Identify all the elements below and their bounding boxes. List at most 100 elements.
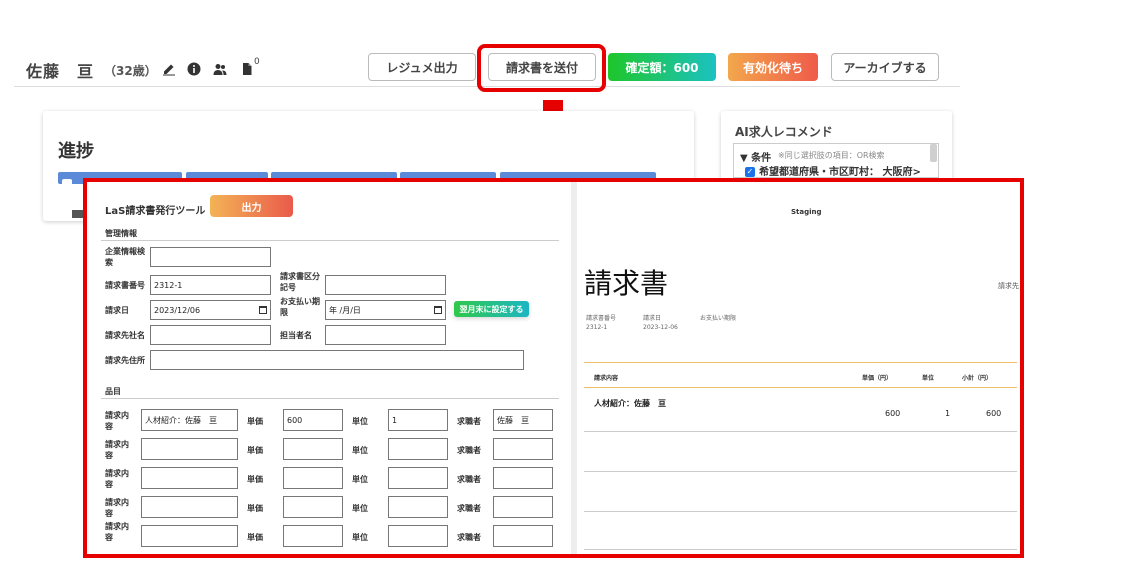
candidate-age: （32歳） (104, 64, 157, 78)
items-section-title: 品目 (105, 387, 121, 396)
preview-meta-value: 2023-12-06 (643, 324, 678, 331)
edit-icon[interactable] (162, 62, 176, 76)
due-date-input[interactable]: 年 /月/日 (325, 300, 446, 320)
progress-title: 進捗 (58, 141, 94, 162)
preview-col-subtotal: 小計（円） (962, 375, 993, 382)
panel-divider (571, 182, 577, 554)
item-unit-label: 単位 (352, 446, 368, 455)
item-content-input[interactable] (141, 525, 238, 547)
preview-title: 請求書 (584, 267, 669, 300)
item-unit-price-input[interactable] (283, 496, 343, 518)
preview-row-divider (584, 471, 1017, 472)
preview-row-divider (584, 549, 1017, 550)
item-content-label: 請求内容 (105, 440, 129, 460)
item-applicant-input[interactable]: 佐藤 亘 (493, 409, 553, 431)
invoice-date-input[interactable]: 2023/12/06 (150, 300, 271, 320)
due-date-label: お支払い期限 (280, 297, 320, 317)
preview-table-top-line (584, 362, 1017, 363)
ai-condition-note: ※同じ選択肢の項目：OR検索 (778, 151, 885, 160)
pending-activation-button[interactable]: 有効化待ち (728, 53, 818, 81)
item-content-label: 請求内容 (105, 469, 129, 489)
item-unit-price-label: 単価 (247, 446, 263, 455)
item-unit-price-input[interactable] (283, 438, 343, 460)
invoice-date-label: 請求日 (105, 306, 129, 315)
invoice-tool-title: LaS請求書発行ツール (105, 206, 206, 217)
item-applicant-input[interactable] (493, 554, 553, 558)
document-icon[interactable] (240, 62, 254, 76)
item-unit-input[interactable] (388, 438, 448, 460)
item-content-input[interactable] (141, 554, 238, 558)
calendar-icon[interactable] (259, 306, 267, 314)
preview-row-subtotal: 600 (986, 409, 1002, 418)
calendar-icon[interactable] (434, 306, 442, 314)
item-applicant-label: 求職者 (457, 475, 481, 484)
invoice-date-value: 2023/12/06 (154, 305, 201, 315)
candidate-name: 佐藤 亘 (26, 62, 95, 81)
item-unit-label: 単位 (352, 504, 368, 513)
item-unit-price-input[interactable]: 600 (283, 409, 343, 431)
preview-col-unit: 単位 (922, 375, 935, 382)
item-unit-input[interactable] (388, 525, 448, 547)
item-applicant-input[interactable] (493, 525, 553, 547)
output-button[interactable]: 出力 (210, 195, 293, 217)
users-icon[interactable] (213, 62, 227, 76)
ai-condition-toggle[interactable]: ▼ 条件 (740, 149, 771, 164)
client-address-input[interactable] (150, 350, 524, 370)
item-applicant-label: 求職者 (457, 417, 481, 426)
item-unit-price-input[interactable] (283, 525, 343, 547)
preview-row-divider (584, 511, 1017, 512)
client-address-label: 請求先住所 (105, 356, 145, 365)
archive-button[interactable]: アーカイブする (831, 53, 939, 81)
resume-output-button[interactable]: レジュメ出力 (368, 53, 476, 81)
preview-row-unit: 1 (945, 409, 951, 418)
preview-row-unit-price: 600 (885, 409, 901, 418)
item-content-input[interactable] (141, 438, 238, 460)
item-content-label: 請求内容 (105, 411, 129, 431)
item-unit-price-input[interactable] (283, 554, 343, 558)
company-search-label: 企業情報検索 (105, 247, 145, 267)
item-applicant-input[interactable] (493, 438, 553, 460)
document-count: 0 (254, 57, 260, 67)
item-unit-price-input[interactable] (283, 467, 343, 489)
invoice-category-input[interactable] (325, 275, 446, 295)
item-content-label: 請求内容 (105, 498, 129, 518)
item-applicant-input[interactable] (493, 467, 553, 489)
item-unit-price-label: 単価 (247, 533, 263, 542)
item-unit-input[interactable]: 1 (388, 409, 448, 431)
item-applicant-input[interactable] (493, 496, 553, 518)
preview-meta-value: 2312-1 (586, 324, 608, 331)
ai-recommend-title: AI求人レコメンド (735, 125, 833, 139)
ai-condition-scrollbar[interactable] (930, 144, 937, 162)
item-unit-input[interactable] (388, 496, 448, 518)
callout-highlight (477, 44, 606, 92)
management-section-title: 管理情報 (105, 229, 137, 238)
preview-staging-label: Staging (791, 208, 822, 216)
info-icon[interactable] (187, 62, 201, 76)
item-content-input[interactable] (141, 496, 238, 518)
item-unit-price-label: 単価 (247, 504, 263, 513)
preview-row-divider (584, 431, 1017, 432)
item-unit-label: 単位 (352, 475, 368, 484)
item-applicant-label: 求職者 (457, 533, 481, 542)
preview-row-content: 人材紹介：佐藤 亘 (594, 399, 666, 408)
item-content-label: 請求内容 (105, 522, 129, 542)
item-content-input[interactable] (141, 467, 238, 489)
preview-meta-label: お支払い期限 (700, 315, 737, 322)
invoice-number-input[interactable]: 2312-1 (150, 275, 271, 295)
preview-col-unit-price: 単価（円） (862, 375, 893, 382)
item-unit-price-label: 単価 (247, 475, 263, 484)
preview-meta-label: 請求書番号 (586, 315, 617, 322)
staff-name-input[interactable] (325, 325, 446, 345)
item-unit-label: 単位 (352, 533, 368, 542)
set-next-month-end-button[interactable]: 翌月末に設定する (454, 301, 529, 317)
item-content-input[interactable]: 人材紹介：佐藤 亘 (141, 409, 238, 431)
confirmed-amount-button[interactable]: 確定額：600 (608, 53, 716, 81)
ai-prefecture-checkbox[interactable]: ✓ (745, 167, 755, 177)
item-unit-input[interactable] (388, 467, 448, 489)
stage-chip-icon (62, 179, 72, 188)
client-name-input[interactable] (150, 325, 271, 345)
preview-table-header-line (584, 387, 1017, 388)
item-unit-input[interactable] (388, 554, 448, 558)
client-name-label: 請求先社名 (105, 331, 145, 340)
company-search-input[interactable] (150, 247, 271, 267)
